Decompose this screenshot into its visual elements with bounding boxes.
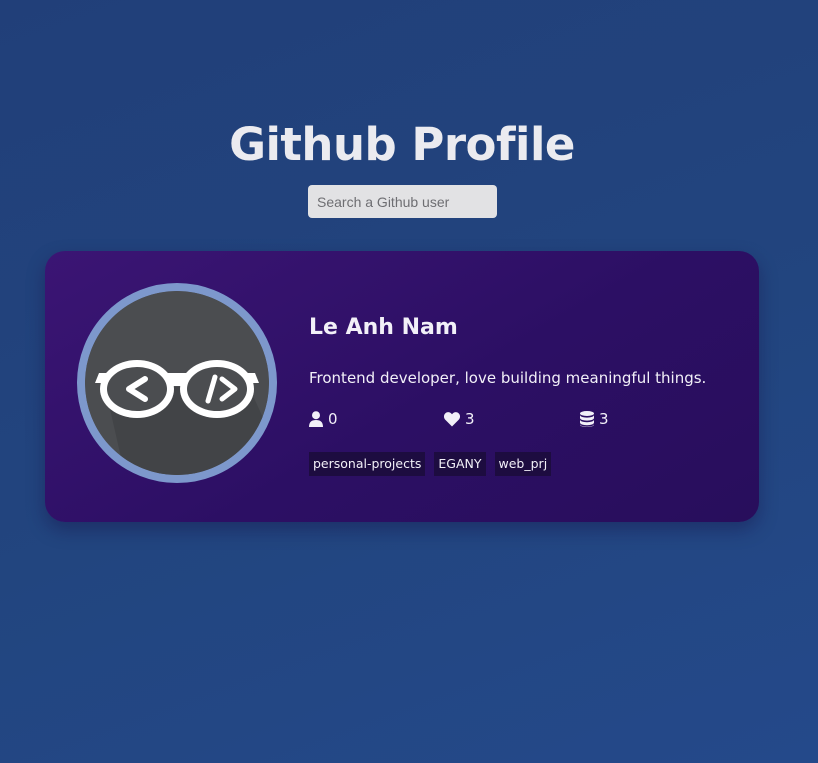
glasses-code-icon	[85, 291, 269, 475]
repo-link[interactable]: web_prj	[494, 452, 552, 476]
avatar	[77, 283, 277, 483]
user-bio: Frontend developer, love building meanin…	[309, 369, 707, 387]
repo-link[interactable]: EGANY	[434, 452, 486, 476]
followers-count: 0	[328, 410, 338, 428]
database-icon	[580, 411, 594, 427]
repo-link[interactable]: personal-projects	[309, 452, 426, 476]
user-stats: 0 3 3	[309, 410, 729, 430]
followers-stat: 0	[309, 410, 338, 428]
following-stat: 3	[444, 410, 475, 428]
repo-list: personal-projects EGANY web_prj	[309, 452, 552, 476]
repos-count: 3	[599, 410, 609, 428]
profile-card: Le Anh Nam Frontend developer, love buil…	[45, 251, 759, 522]
repos-stat: 3	[580, 410, 609, 428]
user-name: Le Anh Nam	[309, 315, 458, 340]
following-count: 3	[465, 410, 475, 428]
search-input[interactable]	[308, 185, 497, 218]
page-title: Github Profile	[229, 118, 575, 171]
heart-icon	[444, 411, 460, 426]
user-icon	[309, 411, 323, 427]
